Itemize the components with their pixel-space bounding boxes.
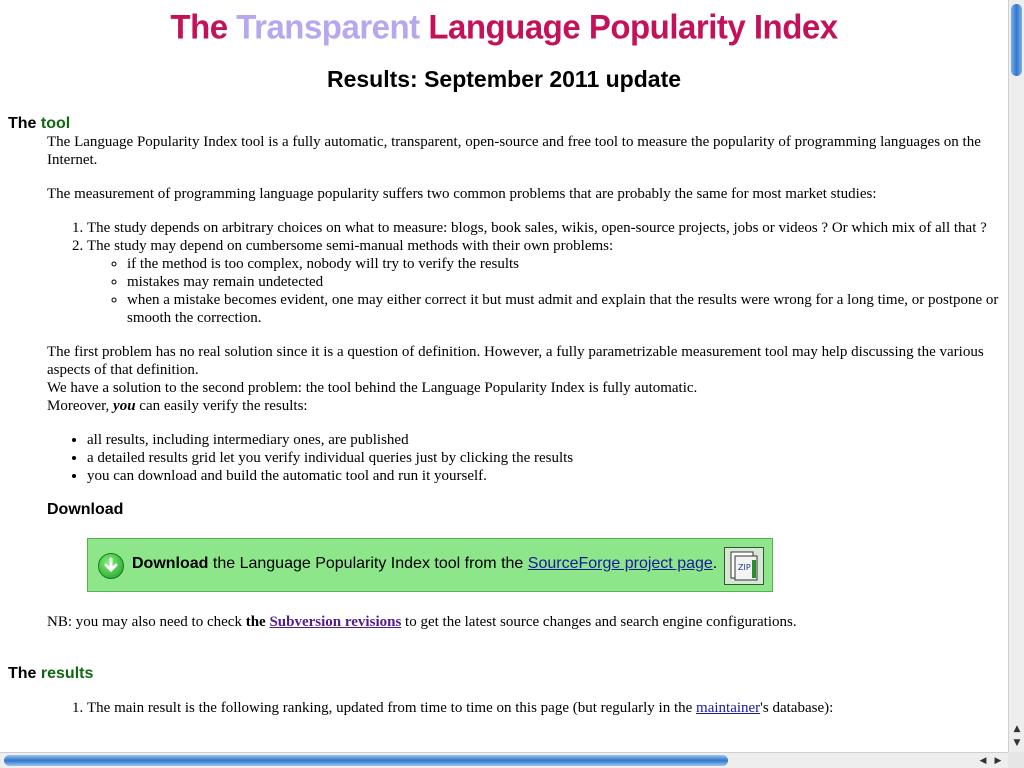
verify-item: a detailed results grid let you verify i… [87, 449, 1005, 467]
problem-2: The study may depend on cumbersome semi-… [87, 237, 1005, 327]
title-transparent: Transparent [236, 7, 420, 47]
zip-label: ZIP [738, 563, 751, 572]
nb-the: the [245, 614, 266, 630]
download-end: . [712, 555, 718, 572]
download-arrow-icon[interactable] [98, 553, 124, 579]
nb-prefix: NB: you may also need to check [47, 614, 242, 630]
vertical-scroll-thumb[interactable] [1011, 4, 1022, 76]
scroll-left-icon[interactable]: ◀ [976, 754, 990, 768]
title-rest: Language Popularity Index [428, 7, 838, 47]
problem-1: The study depends on arbitrary choices o… [87, 219, 1005, 237]
vertical-scrollbar[interactable]: ▲ ▼ [1008, 0, 1024, 752]
second-problem-text: We have a solution to the second problem… [47, 380, 698, 396]
tool-content: The Language Popularity Index tool is a … [47, 133, 1005, 519]
nb-note: NB: you may also need to check the Subve… [47, 613, 1005, 631]
zip-archive-icon[interactable]: ZIP [724, 547, 764, 585]
site-title: The Transparent Language Popularity Inde… [0, 0, 1008, 47]
emphasis-you: you [113, 398, 136, 414]
tool-intro: The Language Popularity Index tool is a … [47, 134, 981, 168]
horizontal-scroll-thumb[interactable] [4, 755, 728, 766]
results-heading: The results [8, 665, 93, 683]
page-subtitle: Results: September 2011 update [326, 66, 682, 92]
results-content: The main result is the following ranking… [47, 699, 1005, 717]
maintainer-link[interactable]: maintainer [696, 700, 760, 716]
problems-list: The study depends on arbitrary choices o… [47, 219, 1005, 327]
download-heading: Download [47, 501, 124, 518]
moreover-prefix: Moreover, [47, 398, 110, 414]
results-list: The main result is the following ranking… [47, 699, 1005, 717]
tool-heading-the: The [8, 115, 37, 132]
nb-suffix: to get the latest source changes and sea… [405, 614, 797, 630]
scroll-right-icon[interactable]: ▶ [991, 754, 1005, 768]
results-item-prefix: The main result is the following ranking… [87, 700, 693, 716]
download-arrow-glyph [104, 557, 118, 573]
first-problem-text: The first problem has no real solution s… [47, 344, 984, 378]
problem-2-text: The study may depend on cumbersome semi-… [87, 238, 614, 254]
sub-problem: when a mistake becomes evident, one may … [127, 291, 1005, 327]
sub-problem: if the method is too complex, nobody wil… [127, 255, 1005, 273]
moreover-text: Moreover, you can easily verify the resu… [47, 397, 1005, 415]
verify-item: you can download and build the automatic… [87, 467, 1005, 485]
tool-heading-word: tool [40, 115, 71, 132]
title-the: The [170, 7, 228, 47]
verify-item: all results, including intermediary ones… [87, 431, 1005, 449]
scroll-down-icon[interactable]: ▼ [1010, 736, 1024, 750]
results-item-1: The main result is the following ranking… [87, 699, 1005, 717]
verify-list: all results, including intermediary ones… [47, 431, 1005, 485]
results-heading-the: The [8, 665, 37, 682]
sub-problem: mistakes may remain undetected [127, 273, 1005, 291]
problems-intro: The measurement of programming language … [47, 186, 877, 202]
results-heading-word: results [40, 665, 94, 682]
page: The Transparent Language Popularity Inde… [0, 0, 1008, 752]
nb-text: NB: you may also need to check the Subve… [47, 613, 1005, 631]
zip-archive-glyph: ZIP [730, 551, 758, 581]
download-box: Download the Language Popularity Index t… [87, 538, 773, 592]
sub-problems-list: if the method is too complex, nobody wil… [87, 255, 1005, 327]
tool-heading: The tool [8, 115, 70, 133]
scrollbar-corner [1008, 752, 1024, 768]
sourceforge-link[interactable]: SourceForge project page [528, 555, 713, 572]
scroll-up-icon[interactable]: ▲ [1010, 722, 1024, 736]
horizontal-scrollbar[interactable]: ◀ ▶ [0, 752, 1008, 768]
download-text: Download the Language Popularity Index t… [132, 555, 717, 573]
subversion-link[interactable]: Subversion revisions [269, 614, 401, 630]
results-item-suffix: 's database): [760, 700, 834, 716]
moreover-suffix: can easily verify the results: [139, 398, 308, 414]
download-desc: the Language Popularity Index tool from … [212, 555, 524, 572]
download-bold: Download [132, 555, 209, 572]
